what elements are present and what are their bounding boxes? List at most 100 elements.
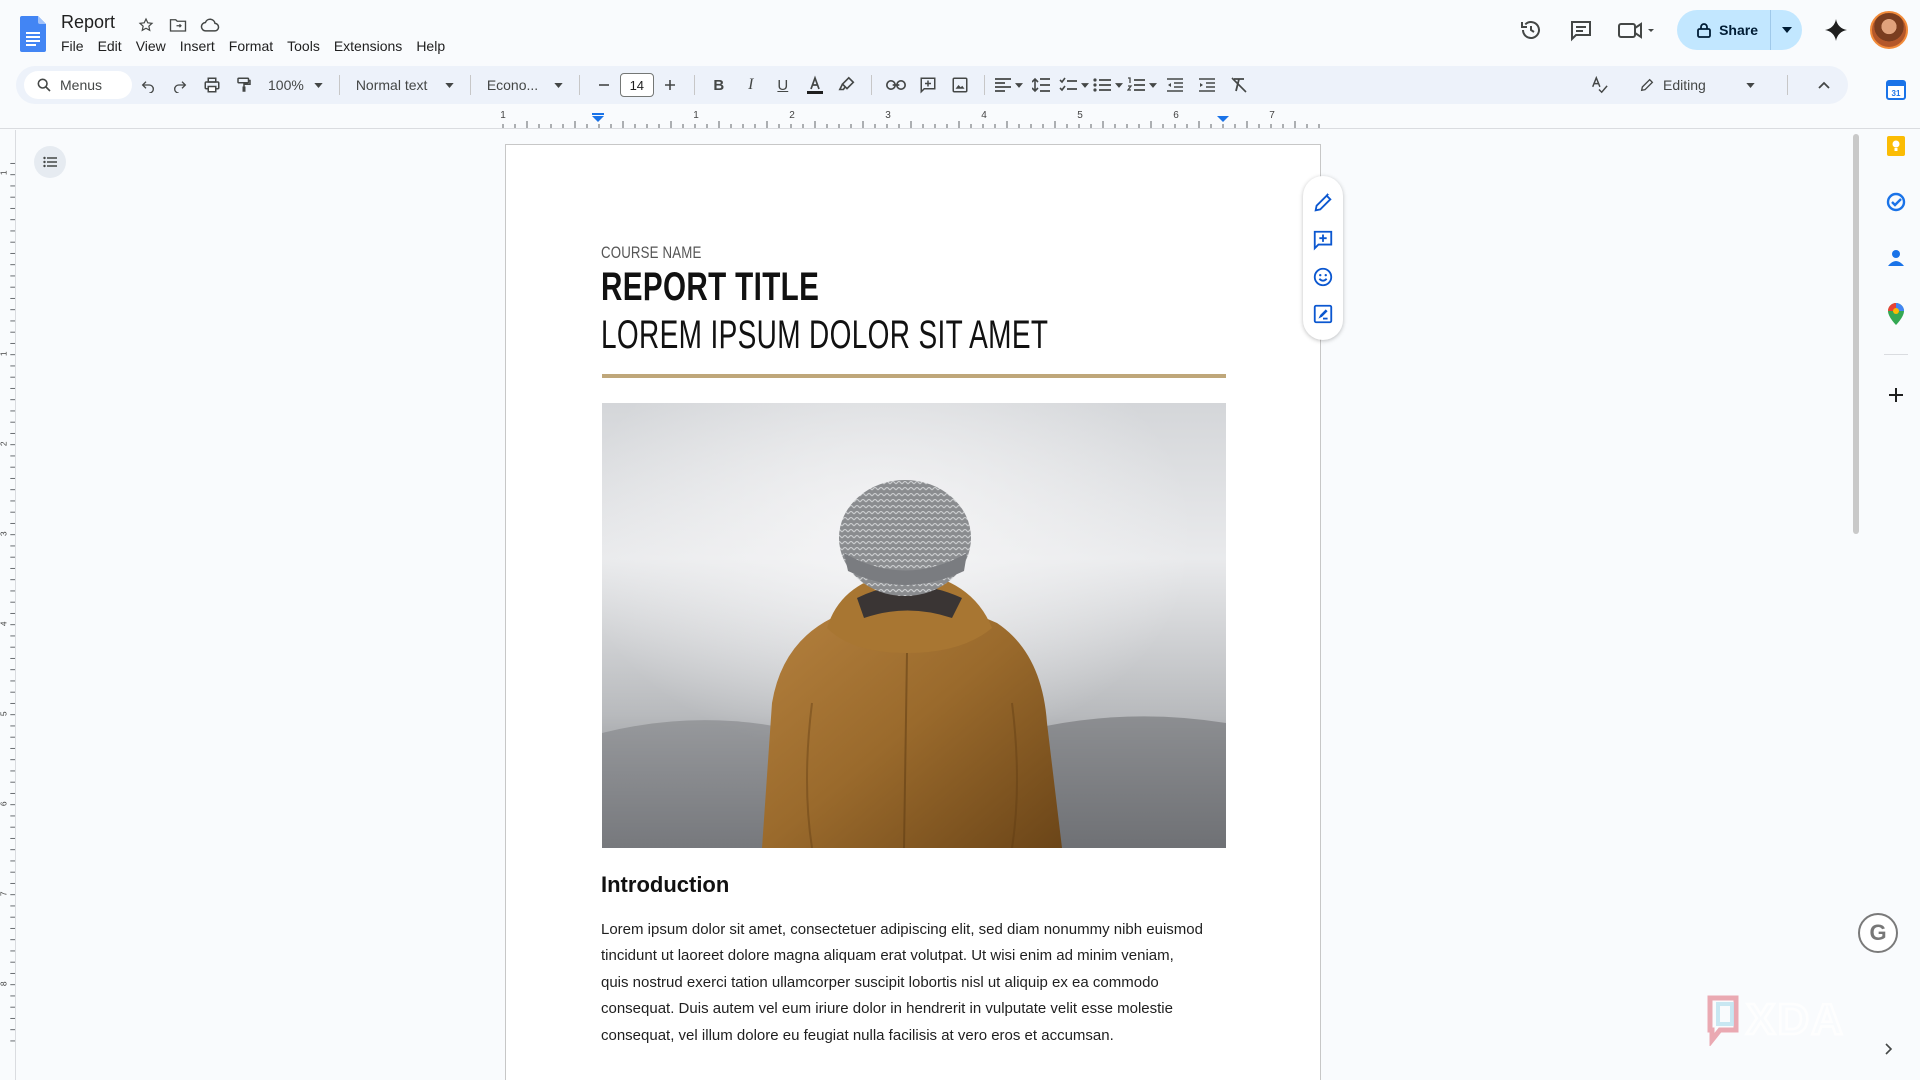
spelling-check-button[interactable] <box>1585 71 1613 99</box>
ruler-label: 3 <box>0 531 9 536</box>
right-indent-marker[interactable] <box>1217 116 1229 122</box>
menus-search[interactable]: Menus <box>24 71 132 99</box>
print-icon <box>204 77 220 93</box>
bulleted-list-button[interactable] <box>1093 71 1123 99</box>
caret-down-icon <box>1114 82 1123 88</box>
increase-font-size-button[interactable] <box>656 71 684 99</box>
editing-mode-select[interactable]: Editing <box>1627 71 1767 99</box>
ruler-label: 6 <box>1173 110 1179 121</box>
menu-format[interactable]: Format <box>222 36 280 56</box>
search-icon <box>37 78 51 92</box>
chevron-up-icon <box>1818 81 1830 89</box>
zoom-select[interactable]: 100% <box>262 71 329 99</box>
first-line-indent-marker[interactable] <box>592 113 604 115</box>
menu-help[interactable]: Help <box>409 36 452 56</box>
line-spacing-button[interactable] <box>1027 71 1055 99</box>
decrease-indent-button[interactable] <box>1161 71 1189 99</box>
link-icon <box>885 80 906 90</box>
history-icon[interactable] <box>1515 14 1547 46</box>
share-button[interactable]: Share <box>1677 10 1802 50</box>
image-icon <box>952 77 968 93</box>
document-outline-button[interactable] <box>34 146 66 178</box>
hide-menus-button[interactable] <box>1810 71 1838 99</box>
toolbar-divider <box>578 75 580 95</box>
plus-icon <box>664 80 675 90</box>
bold-icon: B <box>713 76 725 94</box>
move-folder-icon[interactable] <box>166 14 190 36</box>
menu-bar: File Edit View Insert Format Tools Exten… <box>54 36 452 56</box>
avatar[interactable] <box>1870 11 1908 49</box>
highlight-color-button[interactable] <box>833 71 861 99</box>
menu-file[interactable]: File <box>54 36 91 56</box>
ruler-label: 2 <box>0 441 9 446</box>
bold-button[interactable]: B <box>705 71 733 99</box>
align-button[interactable] <box>994 71 1023 99</box>
vertical-ruler[interactable]: 1 1 2 3 4 5 6 7 8 <box>0 130 16 1080</box>
star-icon[interactable] <box>134 14 158 36</box>
numbered-list-button[interactable] <box>1126 71 1157 99</box>
underline-button[interactable]: U <box>769 71 797 99</box>
caret-down-icon <box>1148 82 1157 88</box>
comments-icon[interactable] <box>1565 14 1597 46</box>
font-select[interactable]: Econo... <box>481 71 569 99</box>
docs-logo-icon[interactable] <box>20 16 46 52</box>
menu-extensions[interactable]: Extensions <box>327 36 409 56</box>
keep-icon[interactable] <box>1880 130 1912 162</box>
document-page[interactable]: COURSE NAME REPORT TITLE LOREM IPSUM DOL… <box>505 144 1321 1080</box>
document-title[interactable]: Report <box>61 12 115 33</box>
meet-icon[interactable] <box>1615 14 1659 46</box>
grammarly-widget-icon[interactable]: G <box>1858 913 1898 953</box>
italic-button[interactable]: I <box>737 71 765 99</box>
ruler-label: 1 <box>693 110 699 121</box>
menu-edit[interactable]: Edit <box>91 36 129 56</box>
menu-tools[interactable]: Tools <box>280 36 327 56</box>
ruler-label: 1 <box>0 351 9 356</box>
add-comment-icon[interactable] <box>1312 229 1334 251</box>
share-dropdown[interactable] <box>1770 10 1802 50</box>
menu-insert[interactable]: Insert <box>173 36 222 56</box>
title-bar: Report File Edit View Insert Format Tool… <box>0 0 1920 60</box>
clear-formatting-button[interactable] <box>1225 71 1253 99</box>
style-select[interactable]: Normal text <box>350 71 460 99</box>
undo-button[interactable] <box>134 71 162 99</box>
body-line: consequat, vel illum dolore eu feugiat n… <box>601 1026 1114 1044</box>
font-value: Econo... <box>486 77 539 93</box>
scrollbar-thumb[interactable] <box>1853 134 1859 534</box>
menu-view[interactable]: View <box>129 36 173 56</box>
insert-link-button[interactable] <box>882 71 910 99</box>
font-size-input[interactable]: 14 <box>619 73 654 97</box>
checklist-button[interactable] <box>1059 71 1089 99</box>
expand-side-panel-button[interactable] <box>1885 1042 1893 1060</box>
numbered-list-icon <box>1126 77 1145 91</box>
calendar-icon[interactable]: 31 <box>1880 74 1912 106</box>
insert-comment-button[interactable] <box>914 71 942 99</box>
text-color-button[interactable] <box>801 71 829 99</box>
cover-photo[interactable] <box>602 403 1226 848</box>
gemini-icon[interactable] <box>1820 14 1852 46</box>
share-main[interactable]: Share <box>1677 10 1770 50</box>
insert-image-button[interactable] <box>946 71 974 99</box>
cloud-status-icon[interactable] <box>198 14 222 36</box>
style-value: Normal text <box>355 77 428 93</box>
emoji-icon[interactable] <box>1312 266 1334 288</box>
paint-format-icon <box>237 77 251 92</box>
left-indent-marker[interactable] <box>592 116 604 122</box>
caret-down-icon <box>445 82 454 88</box>
horizontal-ruler[interactable]: 1 1 2 3 4 5 6 7 <box>500 110 1320 128</box>
maps-icon[interactable] <box>1880 298 1912 330</box>
paint-format-button[interactable] <box>230 71 258 99</box>
add-icon[interactable] <box>1880 379 1912 411</box>
print-button[interactable] <box>198 71 226 99</box>
decrease-font-size-button[interactable] <box>590 71 618 99</box>
tasks-icon[interactable] <box>1880 186 1912 218</box>
increase-indent-button[interactable] <box>1193 71 1221 99</box>
course-name: COURSE NAME <box>601 243 702 262</box>
checklist-icon <box>1059 77 1077 92</box>
ruler-label: 1 <box>0 170 9 175</box>
line-spacing-icon <box>1031 77 1050 93</box>
toolbar-divider <box>1787 75 1788 95</box>
redo-button[interactable] <box>166 71 194 99</box>
suggest-edits-icon[interactable] <box>1312 303 1334 325</box>
contacts-icon[interactable] <box>1880 242 1912 274</box>
edit-suggest-icon[interactable] <box>1312 192 1334 214</box>
